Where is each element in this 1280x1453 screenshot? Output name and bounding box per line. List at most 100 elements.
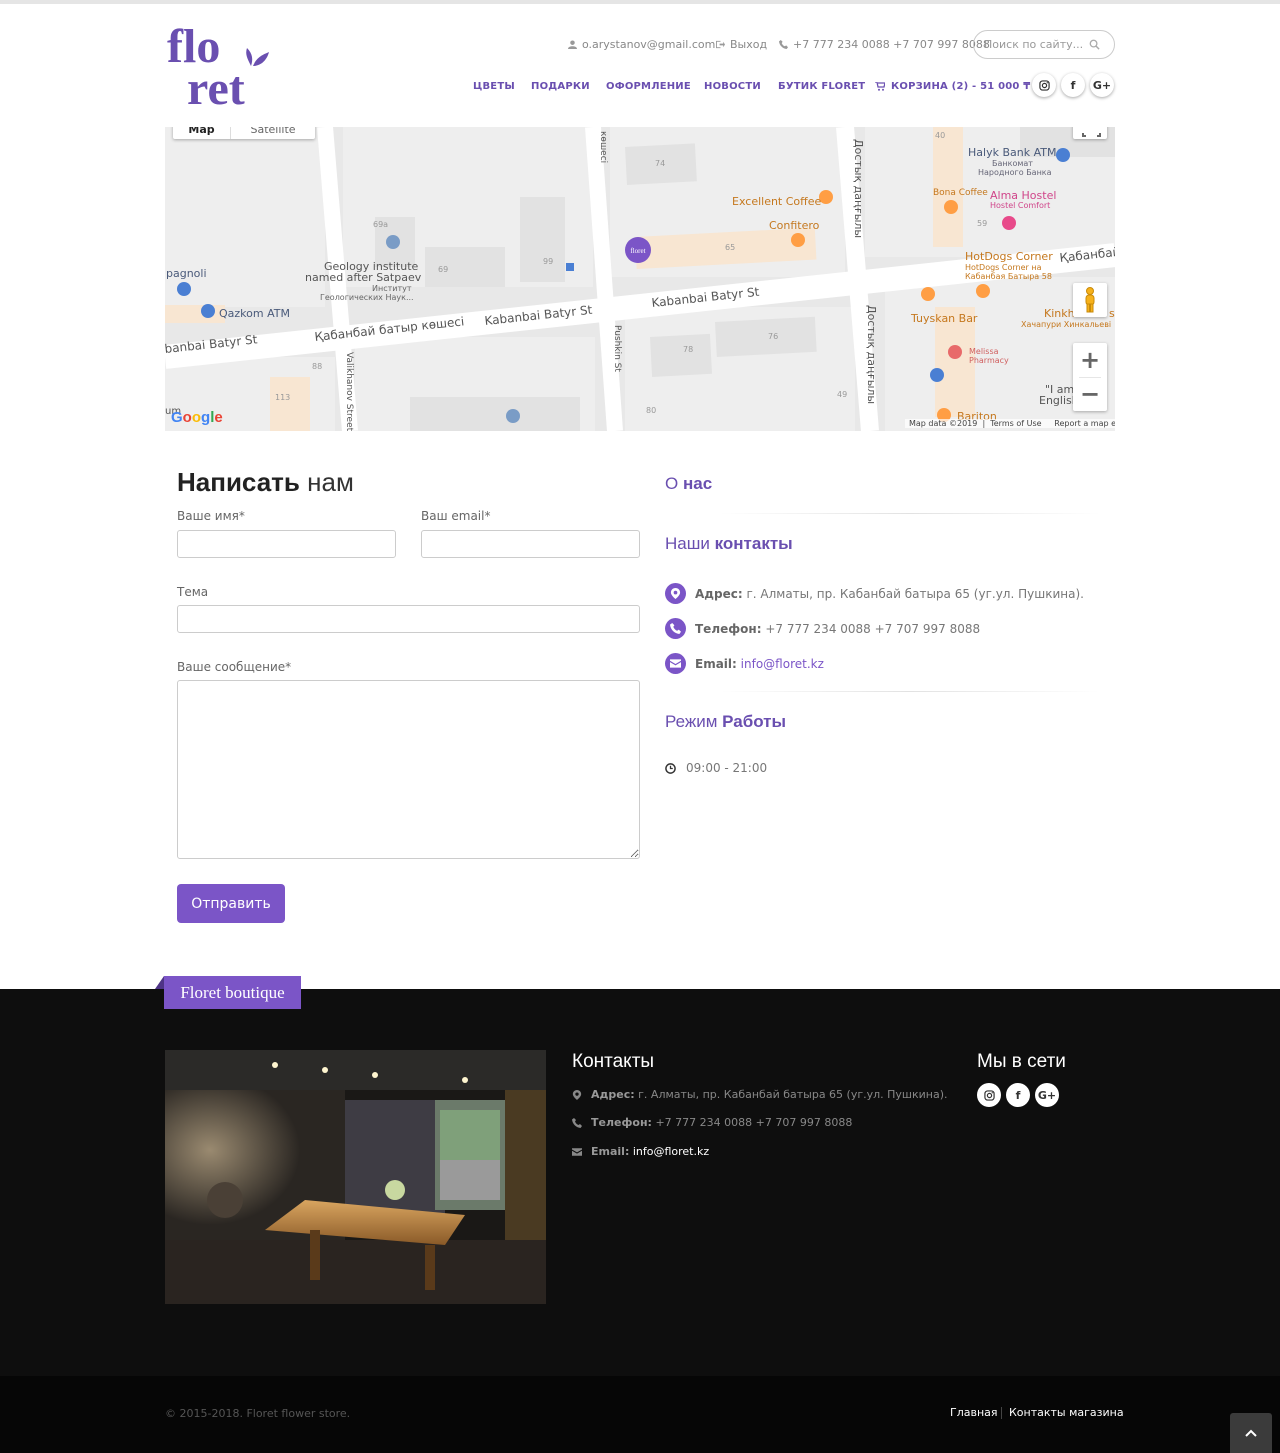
footer-email-label: Email:: [591, 1145, 630, 1158]
svg-text:59: 59: [977, 219, 987, 228]
message-field[interactable]: [177, 680, 640, 859]
email-link[interactable]: info@floret.kz: [741, 657, 824, 671]
about-title[interactable]: О нас: [665, 474, 712, 494]
svg-text:floret: floret: [630, 247, 645, 255]
user-icon: [568, 40, 577, 49]
facebook-icon: f: [1015, 1088, 1021, 1102]
svg-text:Хачапури Хинкальеві: Хачапури Хинкальеві: [1021, 320, 1111, 329]
footer-link-contacts[interactable]: Контакты магазина: [1009, 1406, 1124, 1419]
email-label: Email:: [695, 656, 737, 671]
svg-text:88: 88: [312, 362, 322, 371]
footer-address: Адрес: г. Алматы, пр. Кабанбай батыра 65…: [572, 1088, 948, 1101]
fullscreen-button[interactable]: [1073, 127, 1107, 139]
svg-text:Melissa: Melissa: [969, 347, 999, 356]
footer-contacts-title: Контакты: [572, 1051, 655, 1072]
divider: [720, 513, 1100, 514]
footer-phone: Телефон: +7 777 234 0088 +7 707 997 8088: [572, 1116, 852, 1129]
svg-text:Достық даңғылы: Достық даңғылы: [865, 305, 878, 404]
phone-icon: [665, 618, 686, 639]
instagram-icon: [983, 1089, 995, 1101]
svg-text:Qazkom ATM: Qazkom ATM: [219, 307, 290, 320]
cart-menu[interactable]: КОРЗИНА (2) - 51 000 ₸: [875, 81, 1044, 92]
satellite-tab[interactable]: Satellite: [231, 127, 315, 139]
facebook-button[interactable]: f: [1061, 73, 1085, 97]
instagram-button[interactable]: [1032, 73, 1056, 97]
link-separator: [1001, 1407, 1002, 1419]
search-input[interactable]: [984, 38, 1089, 51]
footer-address-label: Адрес:: [591, 1088, 635, 1101]
svg-text:HotDogs Corner на: HotDogs Corner на: [965, 263, 1042, 272]
contact-phone: Телефон: +7 777 234 0088 +7 707 997 8088: [665, 618, 980, 639]
search-icon[interactable]: [1089, 39, 1100, 50]
svg-text:Bona Coffee: Bona Coffee: [933, 188, 988, 198]
footer-google-plus-button[interactable]: G+: [1035, 1083, 1059, 1107]
footer-ribbon: Floret boutique: [164, 976, 301, 1009]
instagram-icon: [1038, 79, 1050, 91]
svg-text:Hostel Comfort: Hostel Comfort: [990, 201, 1050, 210]
nav-flowers[interactable]: ЦВЕТЫ: [473, 81, 515, 92]
nav-boutique[interactable]: БУТИК FLORET: [778, 81, 865, 92]
svg-text:Valikhanov Street: Valikhanov Street: [344, 352, 354, 431]
report-link[interactable]: Report a map error: [1054, 419, 1115, 428]
zoom-in-button[interactable]: +: [1073, 343, 1107, 377]
logo[interactable]: flo ret: [165, 20, 280, 115]
svg-text:s: s: [1109, 307, 1115, 320]
svg-text:113: 113: [275, 393, 290, 402]
google-plus-button[interactable]: G+: [1090, 73, 1114, 97]
ribbon-fold: [155, 976, 164, 989]
search-box[interactable]: [973, 30, 1115, 59]
svg-text:74: 74: [655, 159, 665, 168]
contact-email: Email: info@floret.kz: [665, 653, 824, 674]
map-type-control[interactable]: Map Satellite: [173, 127, 315, 139]
email-field[interactable]: [421, 530, 640, 558]
svg-text:Halyk Bank ATM: Halyk Bank ATM: [968, 146, 1056, 159]
nav-gifts[interactable]: ПОДАРКИ: [531, 81, 590, 92]
hours-title-bold: Работы: [722, 712, 787, 731]
svg-text:Excellent Coffee: Excellent Coffee: [732, 195, 822, 208]
svg-text:Pharmacy: Pharmacy: [969, 356, 1009, 365]
footer-phone-value: +7 777 234 0088 +7 707 997 8088: [655, 1116, 853, 1129]
footer-facebook-button[interactable]: f: [1006, 1083, 1030, 1107]
copyright: © 2015-2018. Floret flower store.: [165, 1407, 351, 1420]
map-tab[interactable]: Map: [173, 127, 231, 139]
top-border: [0, 0, 1280, 4]
google-map[interactable]: floret Қабанбай батыр көшесі Kabanbai Ba…: [165, 127, 1115, 431]
submit-button[interactable]: Отправить: [177, 884, 285, 923]
footer-email: Email: info@floret.kz: [572, 1145, 709, 1158]
subject-field[interactable]: [177, 605, 640, 633]
fullscreen-icon: [1082, 133, 1101, 137]
user-account[interactable]: o.arystanov@gmail.com: [568, 38, 715, 51]
name-label: Ваше имя*: [177, 509, 245, 523]
nav-decoration[interactable]: ОФОРМЛЕНИЕ: [606, 81, 691, 92]
terms-link[interactable]: Terms of Use: [990, 419, 1041, 428]
nav-news[interactable]: НОВОСТИ: [704, 81, 761, 92]
footer-instagram-button[interactable]: [977, 1083, 1001, 1107]
divider: [720, 691, 1100, 692]
contacts-title: Наши контакты: [665, 534, 793, 554]
about-title-bold: нас: [682, 474, 713, 493]
svg-text:Кабанбая Батыра 58: Кабанбая Батыра 58: [965, 272, 1052, 281]
logout-link[interactable]: Выход: [716, 38, 767, 51]
google-logo: Google: [171, 409, 223, 426]
footer-email-link[interactable]: info@floret.kz: [633, 1145, 709, 1158]
hours-value: 09:00 - 21:00: [686, 761, 768, 775]
clock-icon: [665, 762, 676, 774]
address-value: г. Алматы, пр. Кабанбай батыра 65 (уг.ул…: [746, 586, 1084, 601]
message-label: Ваше сообщение*: [177, 660, 292, 674]
svg-text:көшесі: көшесі: [598, 131, 608, 163]
footer-link-home[interactable]: Главная: [950, 1406, 998, 1419]
svg-text:78: 78: [683, 345, 693, 354]
map-marker-icon: [665, 583, 686, 604]
svg-text:Институт: Институт: [372, 284, 412, 293]
street-view-pegman[interactable]: [1073, 283, 1107, 317]
google-plus-icon: G+: [1092, 78, 1112, 92]
name-field[interactable]: [177, 530, 396, 558]
scroll-to-top-button[interactable]: [1230, 1413, 1272, 1453]
zoom-out-button[interactable]: −: [1073, 377, 1107, 411]
form-title-bold: Написать: [177, 467, 300, 497]
chevron-up-icon: [1245, 1429, 1257, 1437]
envelope-icon: [665, 653, 686, 674]
zoom-control[interactable]: + −: [1073, 343, 1107, 411]
map-canvas[interactable]: floret Қабанбай батыр көшесі Kabanbai Ba…: [165, 127, 1115, 431]
svg-text:named after Satpaev: named after Satpaev: [305, 271, 422, 284]
